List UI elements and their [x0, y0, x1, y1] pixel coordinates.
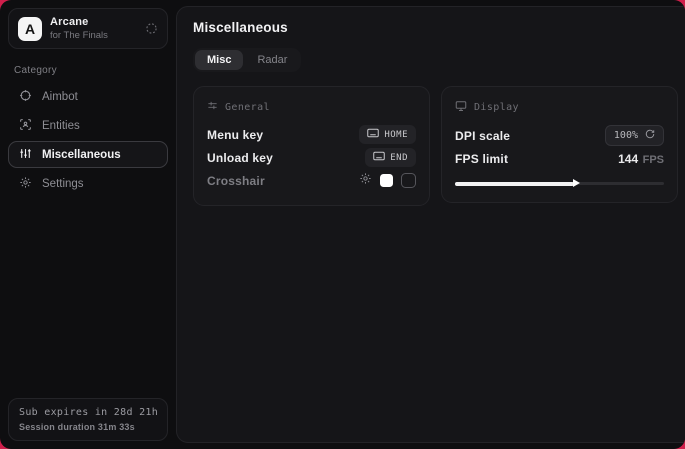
sliders-horizontal-icon: [207, 100, 218, 114]
cards-row: General Menu key HOME Unload key: [193, 86, 678, 206]
session-card: Sub expires in 28d 21h Session duration …: [8, 398, 168, 441]
category-label: Category: [14, 65, 168, 76]
sliders-icon: [19, 147, 32, 163]
page-title: Miscellaneous: [193, 20, 678, 35]
sidebar-item-miscellaneous[interactable]: Miscellaneous: [8, 141, 168, 168]
profile-card: A Arcane for The Finals: [8, 8, 168, 49]
menu-key-label: Menu key: [207, 128, 263, 142]
crosshair-checkbox[interactable]: [401, 173, 416, 188]
general-card-title: General: [225, 102, 270, 113]
sidebar-item-settings[interactable]: Settings: [8, 170, 168, 197]
sync-icon[interactable]: [145, 22, 158, 35]
unload-key-row: Unload key END: [207, 146, 416, 169]
dpi-scale-label: DPI scale: [455, 129, 510, 143]
sidebar: A Arcane for The Finals Category Aimbot: [0, 0, 176, 449]
keyboard-icon: [373, 151, 385, 164]
tab-bar: Misc Radar: [193, 48, 301, 72]
monitor-icon: [455, 100, 467, 115]
sidebar-item-entities[interactable]: Entities: [8, 112, 168, 139]
dpi-scale-value: 100%: [614, 130, 638, 141]
fps-slider-thumb[interactable]: [573, 179, 580, 187]
app-subtitle: for The Finals: [50, 30, 137, 41]
fps-limit-label: FPS limit: [455, 152, 508, 166]
main-panel: Miscellaneous Misc Radar General Menu ke…: [176, 6, 685, 443]
sidebar-item-label: Settings: [42, 178, 84, 190]
crosshair-icon: [19, 89, 32, 105]
crosshair-label: Crosshair: [207, 174, 265, 188]
display-card-title: Display: [474, 102, 519, 113]
menu-key-row: Menu key HOME: [207, 123, 416, 146]
general-card: General Menu key HOME Unload key: [193, 86, 430, 206]
app-logo: A: [18, 17, 42, 41]
sidebar-item-label: Miscellaneous: [42, 149, 121, 161]
dpi-scale-selector[interactable]: 100%: [605, 125, 664, 146]
crosshair-settings-gear-icon[interactable]: [359, 172, 372, 190]
unload-key-label: Unload key: [207, 151, 273, 165]
tab-radar[interactable]: Radar: [245, 50, 299, 70]
cycle-icon: [645, 129, 655, 142]
app-window: A Arcane for The Finals Category Aimbot: [0, 0, 685, 449]
menu-key-bind-button[interactable]: HOME: [359, 125, 416, 144]
sub-expiry-text: Sub expires in 28d 21h: [19, 407, 157, 418]
gear-icon: [19, 176, 32, 192]
sidebar-item-label: Entities: [42, 120, 80, 132]
crosshair-color-swatch[interactable]: [380, 174, 393, 187]
fps-slider-fill: [455, 182, 574, 186]
tab-misc[interactable]: Misc: [195, 50, 243, 70]
fps-limit-unit: FPS: [643, 154, 664, 166]
scan-person-icon: [19, 118, 32, 134]
keyboard-icon: [367, 128, 379, 141]
unload-key-bind-button[interactable]: END: [365, 148, 416, 167]
display-card: Display DPI scale 100% FPS limit: [441, 86, 678, 203]
sidebar-item-label: Aimbot: [42, 91, 78, 103]
crosshair-row: Crosshair: [207, 169, 416, 192]
fps-limit-value: 144: [618, 152, 638, 166]
sidebar-item-aimbot[interactable]: Aimbot: [8, 83, 168, 110]
dpi-scale-row: DPI scale 100%: [455, 124, 664, 147]
fps-limit-row: FPS limit 144 FPS: [455, 147, 664, 170]
session-duration-text: Session duration 31m 33s: [19, 422, 157, 432]
app-name: Arcane: [50, 16, 137, 28]
fps-limit-slider[interactable]: [455, 177, 664, 189]
